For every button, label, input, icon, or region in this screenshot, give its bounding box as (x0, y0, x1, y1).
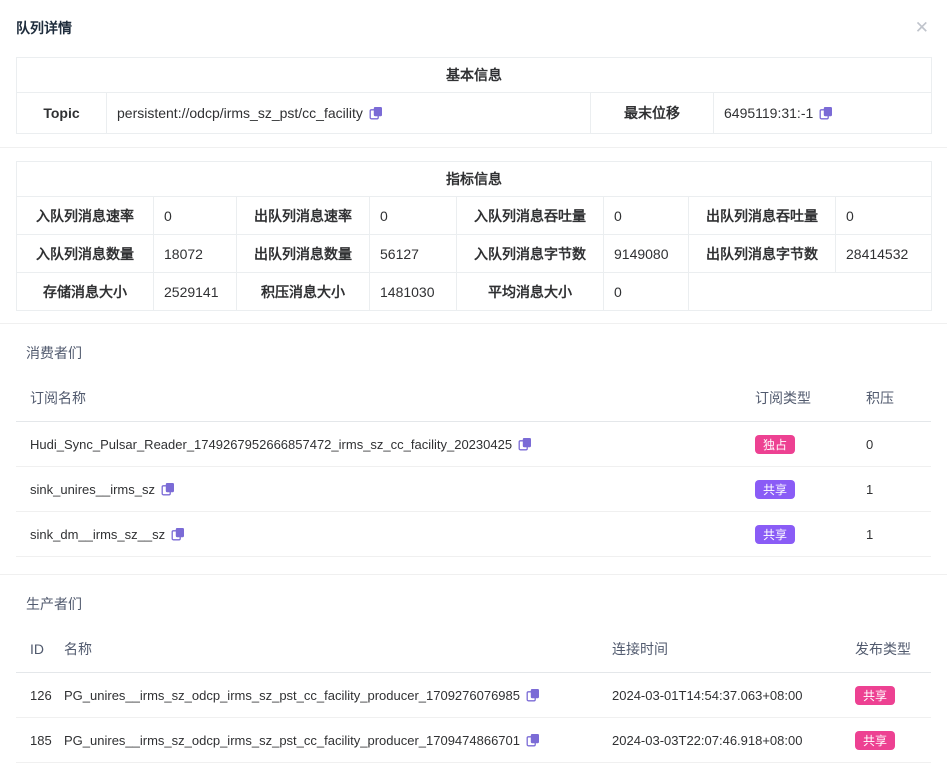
divider (0, 574, 947, 575)
divider (0, 323, 947, 324)
copy-icon[interactable] (819, 106, 833, 120)
table-row: 入队列消息速率 0 出队列消息速率 0 入队列消息吞吐量 0 出队列消息吞吐量 … (17, 197, 932, 235)
metric-value: 0 (604, 273, 689, 311)
metric-value: 56127 (370, 235, 457, 273)
metric-label: 入队列消息字节数 (457, 235, 604, 273)
table-row: Topic persistent://odcp/irms_sz_pst/cc_f… (17, 93, 932, 134)
subscription-type-cell: 共享 (745, 480, 855, 499)
consumers-section: 消费者们 订阅名称 订阅类型 积压 Hudi_Sync_Pulsar_Reade… (16, 345, 931, 557)
metric-label: 存储消息大小 (17, 273, 154, 311)
page-title: 队列详情 (16, 20, 72, 36)
metrics-table: 指标信息 入队列消息速率 0 出队列消息速率 0 入队列消息吞吐量 0 出队列消… (16, 161, 932, 311)
metrics-section-title: 指标信息 (17, 162, 932, 197)
metric-label: 入队列消息数量 (17, 235, 154, 273)
subscription-name: Hudi_Sync_Pulsar_Reader_1749267952666857… (30, 437, 512, 452)
metric-value: 1481030 (370, 273, 457, 311)
subscription-name-cell: sink_dm__irms_sz__sz (16, 527, 745, 542)
metric-value: 0 (604, 197, 689, 235)
metric-label: 出队列消息速率 (237, 197, 370, 235)
producer-id: 126 (16, 688, 64, 703)
metric-label: 积压消息大小 (237, 273, 370, 311)
status-badge: 共享 (755, 525, 795, 544)
table-row: 入队列消息数量 18072 出队列消息数量 56127 入队列消息字节数 914… (17, 235, 932, 273)
producer-name-cell: PG_unires__irms_sz_odcp_irms_sz_pst_cc_f… (64, 733, 612, 748)
metric-value: 9149080 (604, 235, 689, 273)
status-badge: 共享 (855, 686, 895, 705)
subscription-name: sink_unires__irms_sz (30, 482, 155, 497)
producer-name-cell: PG_unires__irms_sz_odcp_irms_sz_pst_cc_f… (64, 688, 612, 703)
producers-table-header: ID 名称 连接时间 发布类型 (16, 612, 931, 673)
subscription-type-cell: 共享 (745, 525, 855, 544)
last-offset-value-cell: 6495119:31:-1 (714, 93, 932, 134)
copy-icon[interactable] (518, 437, 532, 451)
table-row: 存储消息大小 2529141 积压消息大小 1481030 平均消息大小 0 (17, 273, 932, 311)
metric-label: 入队列消息吞吐量 (457, 197, 604, 235)
column-header-name: 名称 (64, 639, 612, 659)
metric-label: 出队列消息字节数 (689, 235, 836, 273)
copy-icon[interactable] (526, 688, 540, 702)
copy-icon[interactable] (171, 527, 185, 541)
status-badge: 共享 (855, 731, 895, 750)
producer-connect-time: 2024-03-01T14:54:37.063+08:00 (612, 688, 845, 703)
table-row: sink_unires__irms_sz 共享 1 (16, 467, 931, 512)
metric-value: 18072 (154, 235, 237, 273)
topic-value: persistent://odcp/irms_sz_pst/cc_facilit… (117, 105, 363, 121)
copy-icon[interactable] (526, 733, 540, 747)
backlog-value: 1 (855, 482, 931, 497)
metric-label: 平均消息大小 (457, 273, 604, 311)
producer-id: 185 (16, 733, 64, 748)
metric-label: 入队列消息速率 (17, 197, 154, 235)
topic-value-cell: persistent://odcp/irms_sz_pst/cc_facilit… (107, 93, 591, 134)
metric-label: 出队列消息吞吐量 (689, 197, 836, 235)
column-header-subscription-type: 订阅类型 (745, 388, 855, 408)
column-header-id: ID (16, 641, 64, 657)
copy-icon[interactable] (369, 106, 383, 120)
producers-section-title: 生产者们 (26, 596, 931, 612)
publish-type-cell: 共享 (845, 686, 931, 705)
basic-info-section-title: 基本信息 (17, 58, 932, 93)
dialog-header: 队列详情 ✕ (0, 0, 947, 36)
producer-name: PG_unires__irms_sz_odcp_irms_sz_pst_cc_f… (64, 733, 520, 748)
backlog-value: 1 (855, 527, 931, 542)
last-offset-value: 6495119:31:-1 (724, 105, 813, 121)
table-row: 126 PG_unires__irms_sz_odcp_irms_sz_pst_… (16, 673, 931, 718)
close-icon[interactable]: ✕ (913, 20, 931, 36)
metric-value: 2529141 (154, 273, 237, 311)
subscription-type-cell: 独占 (745, 435, 855, 454)
subscription-name-cell: Hudi_Sync_Pulsar_Reader_1749267952666857… (16, 437, 745, 452)
producer-name: PG_unires__irms_sz_odcp_irms_sz_pst_cc_f… (64, 688, 520, 703)
basic-info-table: 基本信息 Topic persistent://odcp/irms_sz_pst… (16, 57, 932, 134)
topic-label: Topic (17, 93, 107, 134)
consumers-section-title: 消费者们 (26, 345, 931, 361)
subscription-name: sink_dm__irms_sz__sz (30, 527, 165, 542)
backlog-value: 0 (855, 437, 931, 452)
column-header-subscription-name: 订阅名称 (16, 388, 745, 408)
status-badge: 独占 (755, 435, 795, 454)
producer-connect-time: 2024-03-03T22:07:46.918+08:00 (612, 733, 845, 748)
subscription-name-cell: sink_unires__irms_sz (16, 482, 745, 497)
metric-label: 出队列消息数量 (237, 235, 370, 273)
table-row: sink_dm__irms_sz__sz 共享 1 (16, 512, 931, 557)
column-header-backlog: 积压 (855, 388, 931, 408)
table-row: Hudi_Sync_Pulsar_Reader_1749267952666857… (16, 422, 931, 467)
consumers-table-header: 订阅名称 订阅类型 积压 (16, 361, 931, 422)
status-badge: 共享 (755, 480, 795, 499)
column-header-publish-type: 发布类型 (845, 639, 931, 659)
last-offset-label: 最末位移 (591, 93, 714, 134)
empty-cell (689, 273, 932, 311)
metric-value: 28414532 (836, 235, 932, 273)
column-header-connect-time: 连接时间 (612, 639, 845, 659)
metric-value: 0 (154, 197, 237, 235)
table-row: 185 PG_unires__irms_sz_odcp_irms_sz_pst_… (16, 718, 931, 763)
divider (0, 147, 947, 148)
metric-value: 0 (836, 197, 932, 235)
publish-type-cell: 共享 (845, 731, 931, 750)
metric-value: 0 (370, 197, 457, 235)
producers-section: 生产者们 ID 名称 连接时间 发布类型 126 PG_unires__irms… (16, 596, 931, 763)
copy-icon[interactable] (161, 482, 175, 496)
